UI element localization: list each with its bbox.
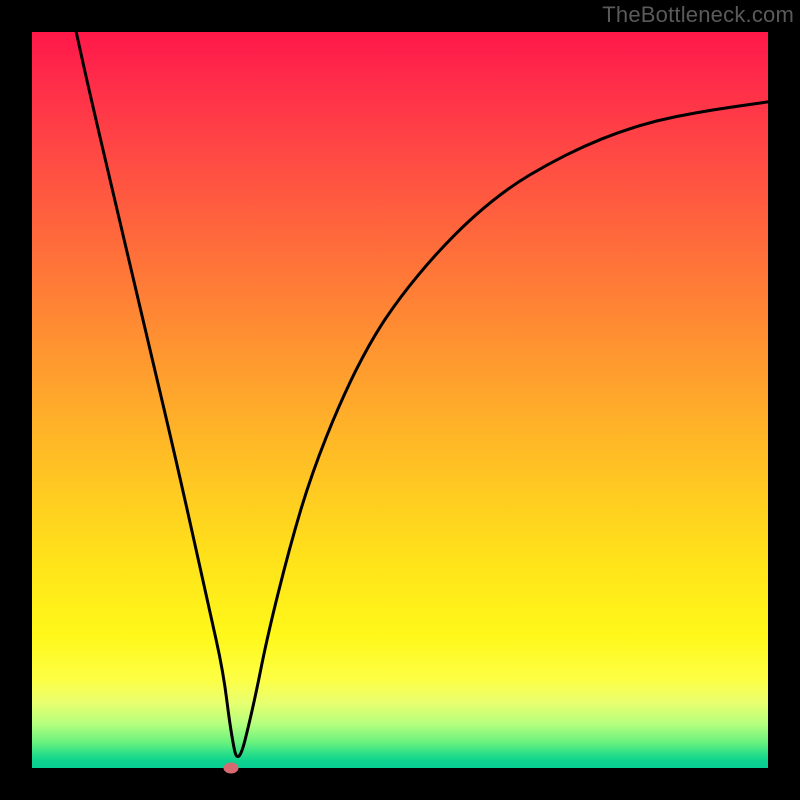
- curve-svg: [32, 32, 768, 768]
- plot-area: [32, 32, 768, 768]
- chart-frame: TheBottleneck.com: [0, 0, 800, 800]
- watermark-text: TheBottleneck.com: [602, 2, 794, 28]
- bottleneck-curve: [76, 32, 768, 757]
- minimum-marker: [223, 763, 238, 774]
